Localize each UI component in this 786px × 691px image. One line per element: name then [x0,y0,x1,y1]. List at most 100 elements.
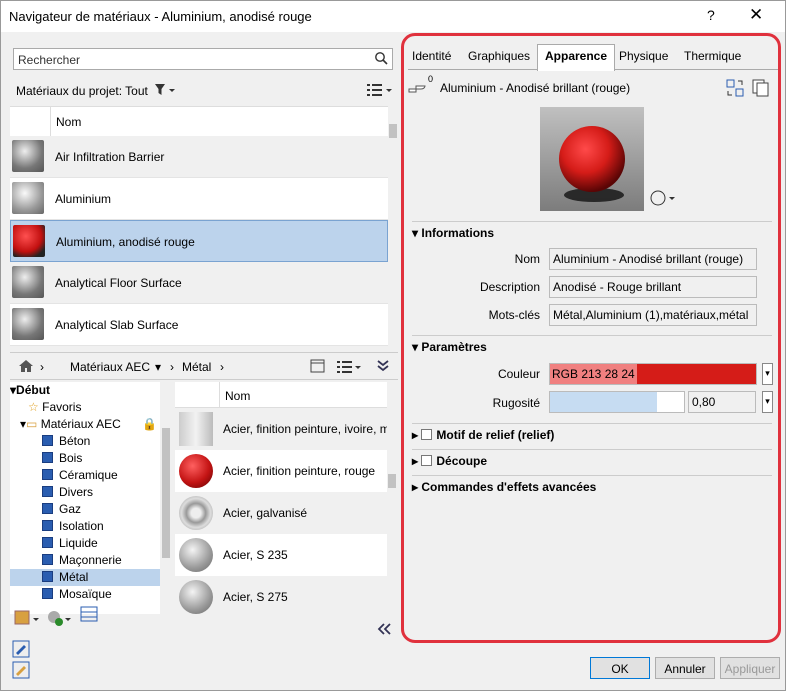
scrollbar-thumb[interactable] [162,428,170,558]
breadcrumb-item[interactable]: Métal [182,360,211,374]
expand-arrow-icon[interactable]: ▸ [412,454,418,468]
list-item[interactable]: Acier, galvanisé [175,492,387,534]
asset-header: 0 Aluminium - Anodisé brillant (rouge) [408,74,774,102]
tab-graphiques[interactable]: Graphiques [468,49,530,63]
description-field[interactable]: Anodisé - Rouge brillant [549,276,757,298]
tree-item-favorites[interactable]: ☆ Favoris [10,399,160,416]
list-item-label: Acier, S 275 [223,590,288,604]
cancel-button[interactable]: Annuler [655,657,715,679]
close-button[interactable]: ✕ [749,5,763,25]
tab-identite[interactable]: Identité [412,49,451,63]
collapse-left-icon[interactable] [376,622,392,636]
expand-arrow-icon[interactable]: ▸ [412,428,418,442]
list-item[interactable]: Aluminium [10,178,388,220]
list-item[interactable]: Analytical Slab Surface [10,304,388,346]
tree-item-label: Maçonnerie [59,553,122,567]
list-item[interactable]: Analytical Floor Surface [10,262,388,304]
search-input[interactable]: Rechercher [13,48,393,70]
column-separator [50,107,51,137]
collapse-arrow-icon[interactable]: ▾ [412,226,418,240]
relief-checkbox[interactable] [421,429,433,440]
expand-arrow-icon[interactable]: ▸ [412,480,418,494]
tree-category[interactable]: Mosaïque [10,586,160,603]
color-field[interactable]: RGB 213 28 24 [549,363,757,385]
panel-icon[interactable] [80,606,98,622]
list-item[interactable]: Acier, S 235 [175,534,387,576]
roughness-slider[interactable] [549,391,685,413]
library-list-scrollbar[interactable] [387,382,398,614]
tree-category[interactable]: Isolation [10,518,160,535]
scrollbar-thumb[interactable] [389,124,397,138]
list-item[interactable]: Acier, S 275 [175,576,387,614]
collapse-down-icon[interactable] [376,359,390,373]
section-informations[interactable]: ▾ Informations [412,221,772,243]
tree-category[interactable]: Béton [10,433,160,450]
section-parametres[interactable]: ▾ Paramètres [412,335,772,357]
help-button[interactable]: ? [707,7,715,23]
roughness-field[interactable]: 0,80 [688,391,756,413]
tree-category-selected[interactable]: Métal [10,569,160,586]
apply-button[interactable]: Appliquer [720,657,780,679]
breadcrumb-item[interactable]: Matériaux AEC [70,360,150,374]
section-decoupe[interactable]: ▸ Découpe [412,449,772,471]
tab-apparence[interactable]: Apparence [537,44,616,71]
roughness-dropdown-button[interactable]: ▾ [762,391,773,413]
name-column-header[interactable]: Nom [225,389,250,403]
project-filter-label[interactable]: Matériaux du projet: Tout [16,84,148,98]
list-view-icon[interactable] [366,82,394,98]
color-dropdown-button[interactable]: ▾ [762,363,773,385]
section-title-text: Informations [421,226,495,240]
project-filter-bar: Matériaux du projet: Tout [10,80,398,102]
create-material-icon[interactable] [46,608,74,628]
section-title-text: Paramètres [421,340,487,354]
decoupe-checkbox[interactable] [421,455,433,466]
filter-icon[interactable] [154,83,178,97]
scrollbar-thumb[interactable] [388,474,396,488]
ok-button[interactable]: OK [590,657,650,679]
edit-material-icon[interactable] [12,640,30,680]
tree-item-label: Mosaïque [59,587,112,601]
tab-thermique[interactable]: Thermique [684,49,741,63]
keywords-field[interactable]: Métal,Aluminium (1),matériaux,métal [549,304,757,326]
category-icon [42,452,53,463]
replace-asset-icon[interactable] [726,79,744,97]
tree-item-label: Métal [59,570,89,584]
preview-options-icon[interactable] [649,189,679,207]
list-item[interactable]: Acier, finition peinture, ivoire, m [175,408,387,450]
tree-category[interactable]: Maçonnerie [10,552,160,569]
category-icon [42,537,53,548]
tab-physique[interactable]: Physique [619,49,668,63]
chevron-down-icon[interactable]: ▾ [155,360,161,374]
tree-item-library[interactable]: ▾▭ Matériaux AEC 🔒 [10,416,160,433]
tree-category[interactable]: Liquide [10,535,160,552]
name-column-header[interactable]: Nom [56,115,81,129]
tree-category[interactable]: Gaz [10,501,160,518]
list-item-selected[interactable]: Aluminium, anodisé rouge [10,220,388,262]
tree-category[interactable]: Bois [10,450,160,467]
material-thumbnail [12,308,44,340]
list-view-icon[interactable] [336,360,362,374]
library-menu-icon[interactable] [14,608,42,628]
name-field[interactable]: Aluminium - Anodisé brillant (rouge) [549,248,757,270]
category-icon [42,469,53,480]
tree-category[interactable]: Céramique [10,467,160,484]
tree-scrollbar[interactable] [160,382,172,614]
tree-root[interactable]: ▾Début [10,382,160,399]
project-list-scrollbar[interactable] [388,106,398,346]
home-icon[interactable] [18,359,34,373]
section-divider [412,423,772,424]
section-relief[interactable]: ▸ Motif de relief (relief) [412,423,772,445]
section-advanced[interactable]: ▸ Commandes d'effets avancées [412,475,772,497]
list-item-label: Aluminium, anodisé rouge [56,235,195,249]
project-list-header: Nom [10,106,388,137]
tree-item-label: Béton [59,434,91,448]
tree-category[interactable]: Divers [10,484,160,501]
tree-item-label: Liquide [59,536,98,550]
list-item[interactable]: Acier, finition peinture, rouge [175,450,387,492]
collapse-arrow-icon[interactable]: ▾ [412,340,418,354]
duplicate-asset-icon[interactable] [752,79,770,97]
search-icon[interactable] [374,51,388,65]
field-label-description: Description [479,280,540,294]
panel-layout-icon[interactable] [310,359,325,373]
list-item[interactable]: Air Infiltration Barrier [10,136,388,178]
